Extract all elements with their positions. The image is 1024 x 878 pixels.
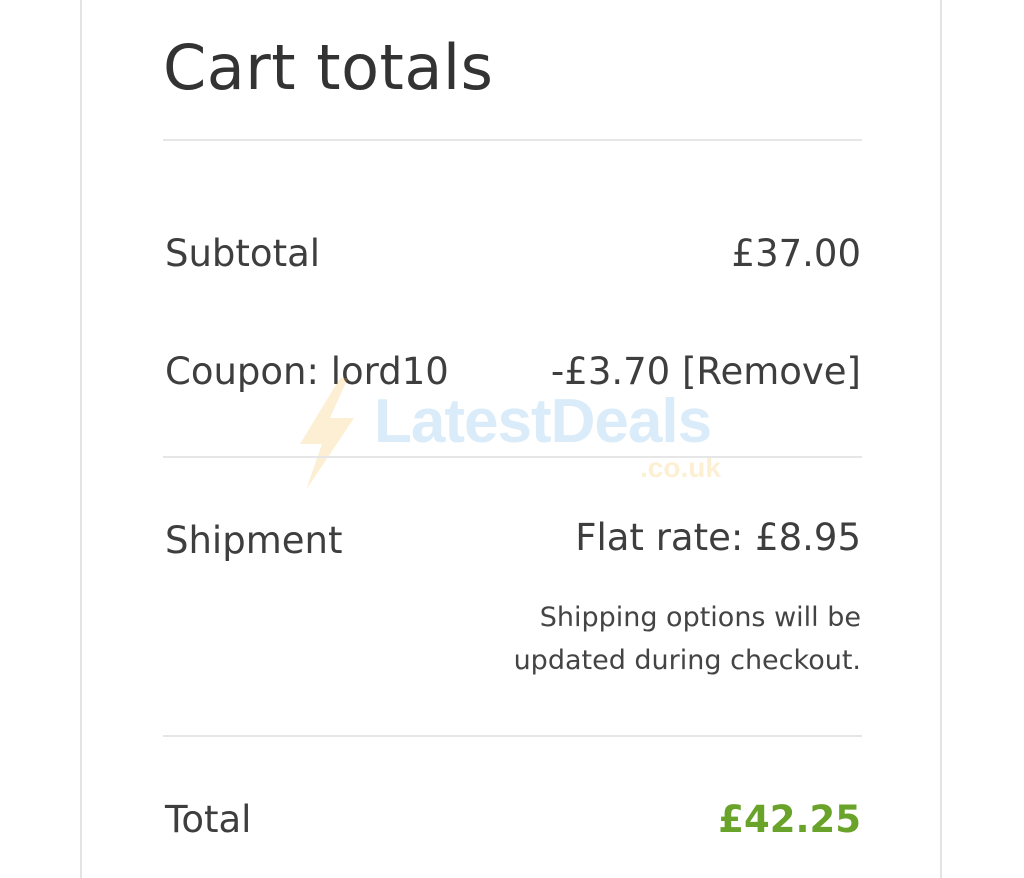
cart-totals-title: Cart totals <box>163 31 494 104</box>
cart-totals-panel <box>80 0 942 878</box>
coupon-divider <box>163 456 862 458</box>
shipping-note-line2: updated during checkout. <box>513 645 861 676</box>
shipment-value: Flat rate: £8.95 <box>575 516 861 559</box>
total-value: £42.25 <box>718 798 861 841</box>
total-label: Total <box>165 798 252 841</box>
subtotal-value: £37.00 <box>731 232 861 275</box>
coupon-discount-amount: -£3.70 <box>550 350 671 393</box>
shipping-note-line1: Shipping options will be <box>539 602 861 633</box>
coupon-label: Coupon: lord10 <box>165 350 449 393</box>
shipment-divider <box>163 735 862 737</box>
subtotal-label: Subtotal <box>165 232 321 275</box>
shipment-label: Shipment <box>165 519 343 562</box>
coupon-value: -£3.70 [Remove] <box>551 348 861 396</box>
shipping-note: Shipping options will be updated during … <box>441 596 861 682</box>
remove-coupon-link[interactable]: [Remove] <box>682 350 861 393</box>
title-divider <box>163 139 862 141</box>
